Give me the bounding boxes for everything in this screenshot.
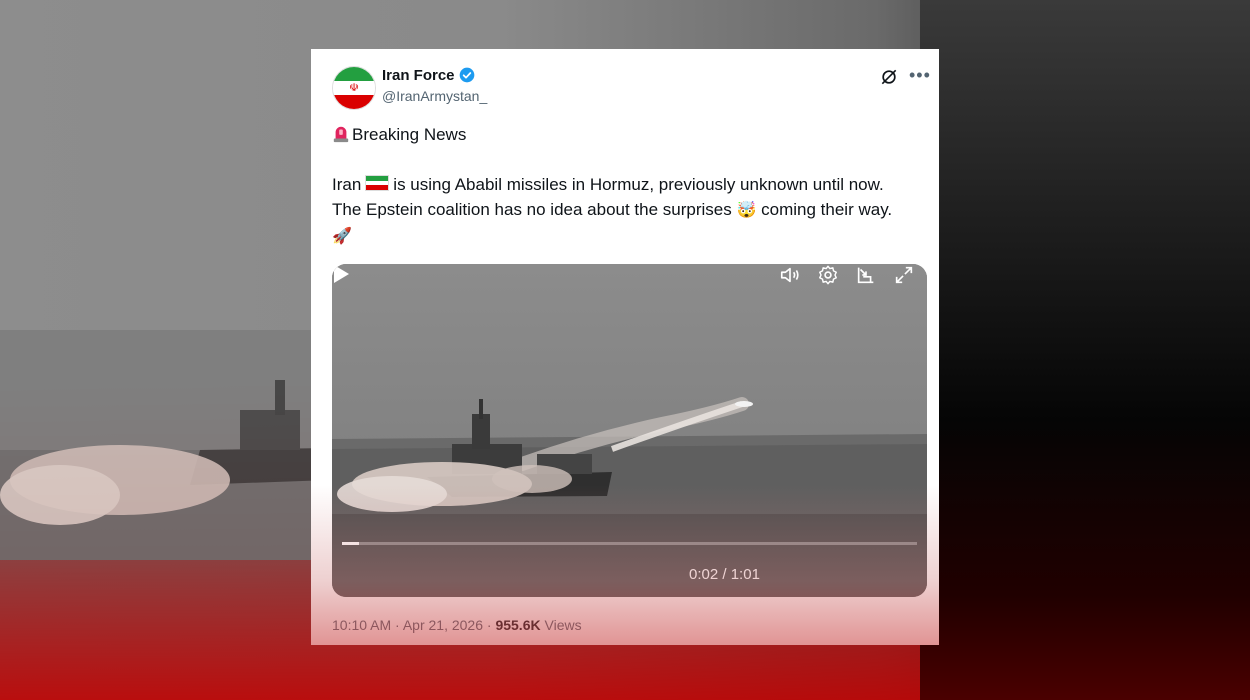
fullscreen-icon[interactable] (893, 264, 915, 286)
exploding-head-emoji-icon: 🤯 (736, 202, 757, 219)
headline: Breaking News (352, 125, 467, 144)
picture-in-picture-icon[interactable] (855, 264, 877, 286)
siren-emoji-icon (333, 126, 349, 143)
body-text-part1: Iran (332, 175, 362, 194)
avatar[interactable]: ☫ (332, 66, 376, 110)
iran-flag-emoji-icon (365, 175, 390, 191)
views-label: Views (544, 617, 582, 633)
background-ship-image (0, 330, 330, 560)
video-progress-fill (342, 542, 360, 545)
post-timestamp[interactable]: 10:10 AM · Apr 21, 2026 (332, 617, 483, 633)
author-name[interactable]: Iran Force (382, 67, 455, 84)
video-frame (332, 264, 927, 597)
video-duration: 1:01 (730, 566, 760, 583)
author-handle[interactable]: @IranArmystan_ (382, 88, 487, 104)
tweet-card: ☫ Iran Force @IranArmystan_ ••• Breaking… (311, 49, 939, 645)
volume-icon[interactable] (779, 264, 801, 286)
meta-separator: · (483, 617, 496, 633)
tweet-body: Breaking News Iran is using Ababil missil… (332, 122, 912, 249)
views-count: 955.6K (495, 617, 541, 633)
video-progress-bar[interactable] (342, 542, 917, 545)
grok-icon[interactable] (879, 67, 899, 87)
settings-gear-icon[interactable] (817, 264, 839, 286)
video-player[interactable]: 0:02 / 1:01 (332, 264, 927, 597)
rocket-emoji-icon: 🚀 (332, 228, 352, 245)
video-time: 0:02 / 1:01 (689, 566, 760, 583)
body-text-part3: coming their way. (761, 200, 893, 219)
iran-emblem-icon: ☫ (349, 82, 359, 94)
video-current-time: 0:02 (689, 566, 719, 583)
post-meta: 10:10 AM · Apr 21, 2026 · 955.6K Views (332, 617, 582, 633)
play-icon[interactable] (332, 264, 350, 284)
more-icon[interactable]: ••• (909, 65, 931, 86)
video-time-separator: / (718, 566, 731, 583)
background-dark-panel (920, 0, 1250, 700)
verified-badge-icon (459, 67, 475, 83)
